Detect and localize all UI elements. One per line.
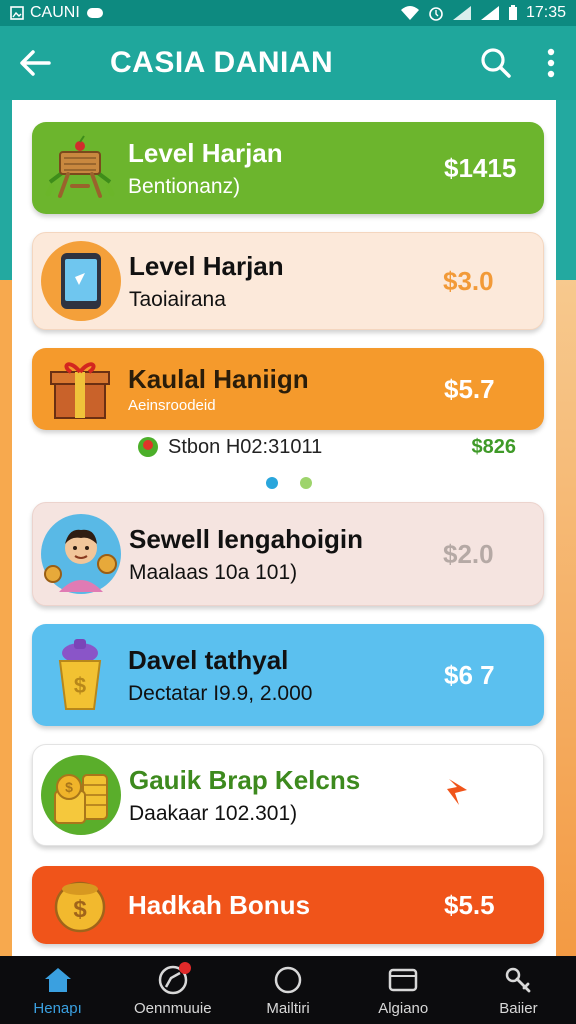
nav-label: Oennmuuie — [134, 999, 212, 1017]
card-title: Gauik Brap Kelcns — [129, 764, 361, 795]
battery-icon — [508, 5, 517, 20]
compass-icon — [157, 961, 191, 996]
card-amount: $3.0 — [443, 265, 494, 296]
arrow-left-icon — [20, 50, 51, 76]
card-subtitle: Aeinsroodeid — [128, 397, 216, 414]
page-indicator — [266, 477, 312, 489]
detail-value: $826 — [471, 435, 517, 458]
avatar-coin-icon — [41, 514, 121, 594]
more-vertical-icon — [547, 48, 555, 78]
card-amount: $1415 — [444, 152, 517, 183]
tablet-icon — [41, 241, 121, 321]
bottom-navigation: Henapı Oennmuuie Mailtiri Algiano Baiier — [0, 956, 576, 1024]
notification-badge — [178, 961, 191, 974]
status-bar: CAUNI 17:35 — [0, 0, 576, 26]
message-icon — [86, 8, 103, 18]
svg-text:$: $ — [73, 896, 87, 923]
nav-label: Henapı — [33, 999, 82, 1017]
card-level-harjan-1[interactable]: Level Harjan Bentionanz) $1415 — [32, 122, 544, 214]
coin-stack-icon: $ — [41, 755, 121, 835]
card-subtitle: Daakaar 102.301) — [129, 801, 298, 825]
card-subtitle: Maalaas 10a 101) — [129, 560, 298, 584]
nav-explore[interactable]: Oennmuuie — [115, 956, 230, 1024]
nav-label: Baiier — [499, 999, 538, 1017]
card-title: Sewell Iengahoigin — [129, 523, 364, 554]
detail-row: Stbon H02:31011 $826 — [136, 432, 516, 462]
card-amount: $5.5 — [444, 889, 495, 920]
card-title: Davel tathyal — [128, 644, 289, 675]
nav-center[interactable]: Mailtiri — [230, 956, 345, 1024]
card-subtitle: Bentionanz) — [128, 174, 241, 198]
arrow-right-icon — [447, 778, 467, 805]
gift-box-icon — [50, 362, 110, 419]
wallet-icon — [387, 964, 419, 996]
card-title: Level Harjan — [129, 250, 284, 281]
tools-icon — [502, 964, 534, 996]
page-dot-active[interactable] — [266, 477, 278, 489]
side-background — [556, 280, 576, 960]
carrier-name: CAUNI — [30, 4, 80, 21]
svg-text:$: $ — [65, 779, 73, 795]
cup-icon: $ — [58, 639, 102, 710]
card-davel-tathyal[interactable]: $ Davel tathyal Dectatar I9.9, 2.000 $6 … — [32, 624, 544, 726]
detail-label: Stbon H02:31011 — [168, 435, 323, 458]
search-button[interactable] — [466, 26, 526, 100]
card-hadkah-bonus[interactable]: $ Hadkah Bonus $5.5 — [32, 866, 544, 944]
card-subtitle: Dectatar I9.9, 2.000 — [128, 681, 313, 705]
card-title: Level Harjan — [128, 137, 283, 168]
signal-icon-1 — [452, 6, 471, 20]
card-kaulal-haniign[interactable]: Kaulal Haniign Aeinsroodeid $5.7 — [32, 348, 544, 430]
card-title: Hadkah Bonus — [128, 889, 311, 920]
alarm-icon — [429, 7, 443, 21]
card-subtitle: Taoiairana — [129, 287, 226, 311]
card-sewell[interactable]: Sewell Iengahoigin Maalaas 10a 101) $2.0 — [32, 502, 544, 606]
home-icon — [42, 964, 74, 996]
nav-home[interactable]: Henapı — [0, 956, 115, 1024]
card-gauik-brap[interactable]: $ Gauik Brap Kelcns Daakaar 102.301) — [32, 744, 544, 846]
signal-icon-2 — [480, 6, 499, 20]
location-pin-icon — [138, 437, 158, 457]
coin-pot-icon: $ — [54, 881, 106, 933]
card-amount: $6 7 — [444, 659, 495, 690]
card-amount: $5.7 — [444, 373, 495, 404]
card-title: Kaulal Haniign — [128, 364, 309, 394]
wooden-cart-icon — [45, 135, 115, 198]
page-dot[interactable] — [300, 477, 312, 489]
page-title: CASIA DANIAN — [110, 46, 334, 79]
back-button[interactable] — [0, 26, 70, 100]
more-options-button[interactable] — [526, 26, 576, 100]
wifi-icon — [400, 6, 419, 20]
nav-tools[interactable]: Baiier — [461, 956, 576, 1024]
card-level-harjan-2[interactable]: Level Harjan Taoiairana $3.0 — [32, 232, 544, 330]
clock: 17:35 — [525, 4, 566, 21]
search-icon — [481, 48, 511, 78]
card-amount: $2.0 — [443, 538, 494, 569]
app-bar: CASIA DANIAN — [0, 26, 576, 100]
gallery-icon — [10, 6, 24, 20]
card-action[interactable] — [443, 777, 543, 814]
nav-label: Mailtiri — [266, 999, 310, 1017]
nav-label: Algiano — [378, 999, 429, 1017]
svg-text:$: $ — [74, 673, 86, 698]
circle-icon — [272, 964, 304, 996]
nav-wallet[interactable]: Algiano — [346, 956, 461, 1024]
